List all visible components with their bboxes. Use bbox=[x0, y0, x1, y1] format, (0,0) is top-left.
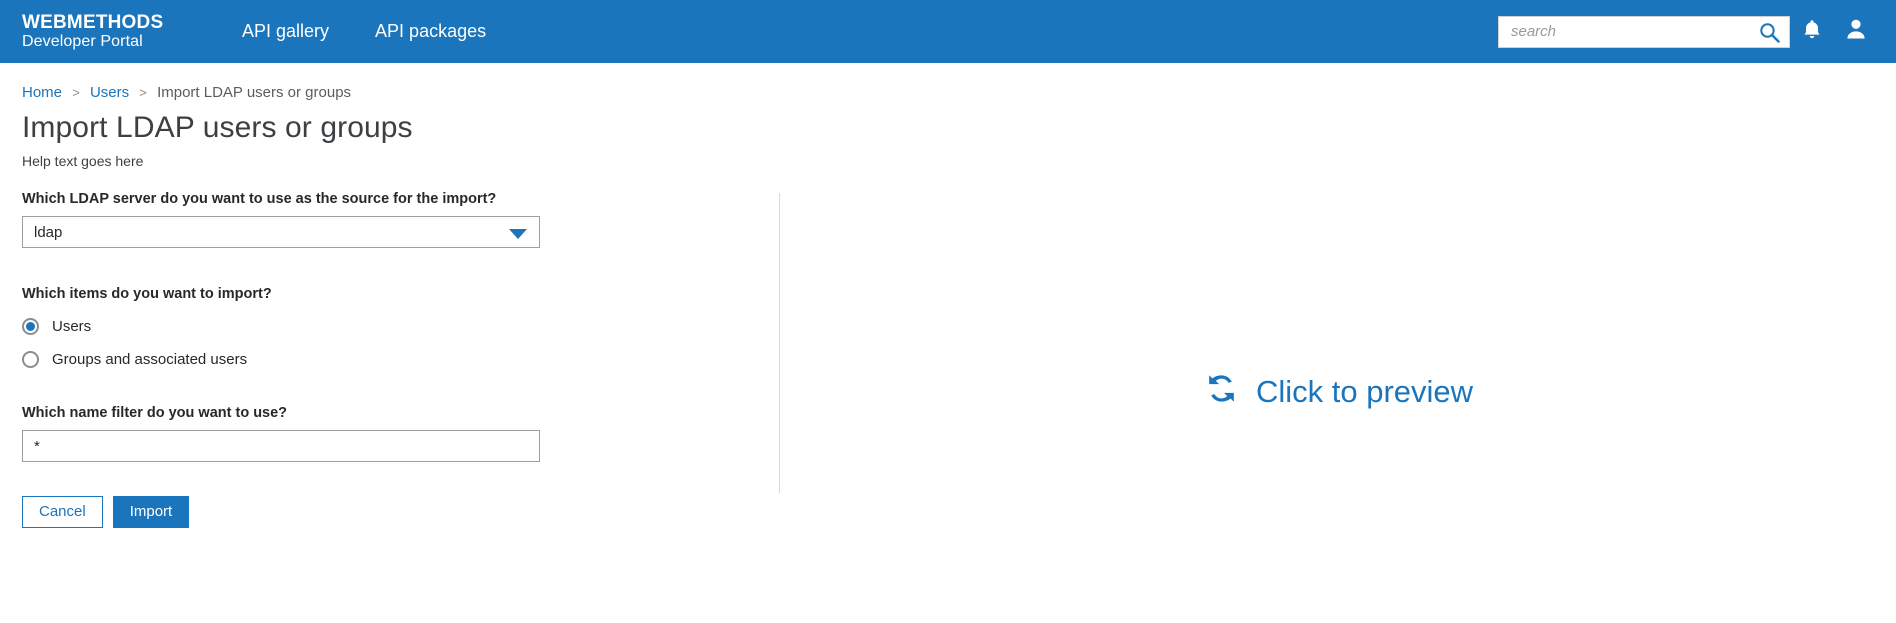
import-button[interactable]: Import bbox=[112, 496, 190, 528]
chevron-down-icon[interactable] bbox=[509, 229, 527, 239]
breadcrumb-item-current: Import LDAP users or groups bbox=[157, 84, 352, 101]
brand-name: WEBMETHODS bbox=[22, 11, 164, 33]
user-avatar-icon bbox=[1844, 17, 1868, 46]
notifications-button[interactable] bbox=[1790, 0, 1834, 63]
page-help-text: Help text goes here bbox=[22, 153, 144, 169]
brand-subtitle: Developer Portal bbox=[22, 33, 143, 51]
breadcrumb: Home > Users > Import LDAP users or grou… bbox=[22, 84, 1896, 101]
page-content: Home > Users > Import LDAP users or grou… bbox=[0, 84, 1896, 528]
bell-icon bbox=[1801, 18, 1823, 46]
click-to-preview-label: Click to preview bbox=[1255, 374, 1474, 409]
breadcrumb-separator: > bbox=[139, 85, 147, 100]
radio-groups-label: Groups and associated users bbox=[52, 350, 248, 368]
app-header: WEBMETHODS Developer Portal API gallery … bbox=[0, 0, 1896, 63]
ldap-server-selected-value: ldap bbox=[34, 223, 63, 241]
content-columns: Which LDAP server do you want to use as … bbox=[0, 191, 1896, 528]
search-input[interactable] bbox=[1499, 16, 1789, 47]
import-form: Which LDAP server do you want to use as … bbox=[0, 191, 779, 528]
refresh-sync-icon bbox=[1203, 370, 1240, 415]
header-actions bbox=[1498, 0, 1878, 63]
nav-item-api-gallery[interactable]: API gallery bbox=[242, 21, 329, 42]
radio-option-users[interactable]: Users bbox=[22, 311, 779, 341]
search-box[interactable] bbox=[1498, 15, 1790, 48]
ldap-server-label: Which LDAP server do you want to use as … bbox=[22, 191, 497, 207]
name-filter-input[interactable] bbox=[22, 430, 540, 462]
preview-panel: Click to preview bbox=[780, 191, 1896, 528]
name-filter-label: Which name filter do you want to use? bbox=[22, 405, 288, 421]
user-account-button[interactable] bbox=[1834, 0, 1878, 63]
nav-item-api-packages[interactable]: API packages bbox=[375, 21, 486, 42]
radio-users-label: Users bbox=[52, 317, 92, 335]
form-actions: Cancel Import bbox=[22, 496, 779, 528]
ldap-server-select[interactable]: ldap bbox=[22, 216, 540, 248]
cancel-button[interactable]: Cancel bbox=[22, 496, 103, 528]
radio-users-indicator[interactable] bbox=[22, 317, 39, 335]
breadcrumb-item-home[interactable]: Home bbox=[22, 84, 62, 101]
radio-option-groups[interactable]: Groups and associated users bbox=[22, 344, 779, 374]
main-nav: API gallery API packages bbox=[242, 21, 486, 42]
breadcrumb-separator: > bbox=[72, 85, 80, 100]
radio-groups-indicator[interactable] bbox=[22, 350, 39, 368]
import-items-field-group: Which items do you want to import? Users… bbox=[22, 286, 779, 374]
ldap-server-field-group: Which LDAP server do you want to use as … bbox=[22, 191, 779, 248]
page-title: Import LDAP users or groups bbox=[22, 111, 413, 144]
brand-logo[interactable]: WEBMETHODS Developer Portal bbox=[22, 11, 202, 51]
breadcrumb-item-users[interactable]: Users bbox=[90, 84, 129, 101]
click-to-preview-button[interactable]: Click to preview bbox=[1203, 256, 1473, 528]
name-filter-field-group: Which name filter do you want to use? bbox=[22, 405, 779, 462]
import-items-label: Which items do you want to import? bbox=[22, 286, 272, 302]
search-icon[interactable] bbox=[1759, 22, 1780, 43]
